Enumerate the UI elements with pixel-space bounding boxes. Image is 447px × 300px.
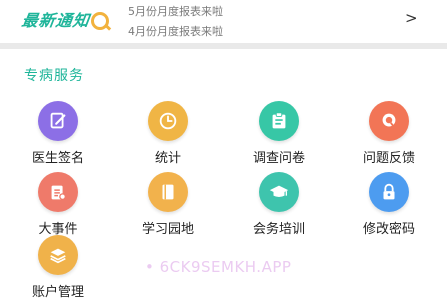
lock-icon <box>369 172 409 212</box>
service-learning[interactable]: 学习园地 <box>113 172 223 237</box>
service-statistics[interactable]: 统计 <box>113 101 223 166</box>
service-label: 问题反馈 <box>362 151 415 166</box>
layers-icon <box>38 235 78 275</box>
service-major-events[interactable]: 大事件 <box>3 172 113 237</box>
clipboard-icon <box>259 101 299 141</box>
service-label: 学习园地 <box>141 222 194 237</box>
service-label: 统计 <box>154 151 181 166</box>
search-icon <box>369 101 409 141</box>
service-survey[interactable]: 调查问卷 <box>224 101 334 166</box>
service-label: 调查问卷 <box>252 151 305 166</box>
service-label: 医生签名 <box>31 151 84 166</box>
service-label: 修改密码 <box>362 222 415 237</box>
book-icon <box>148 172 188 212</box>
service-feedback[interactable]: 问题反馈 <box>334 101 444 166</box>
service-doctor-signature[interactable]: 医生签名 <box>3 101 113 166</box>
graduation-cap-icon <box>259 172 299 212</box>
clock-icon <box>148 101 188 141</box>
calendar-icon <box>38 172 78 212</box>
service-grid: 医生签名 统计 调查问卷 问题反馈 大事件 学习园地 会务培训 修改密码 账户管… <box>0 0 447 300</box>
service-training[interactable]: 会务培训 <box>224 172 334 237</box>
service-change-password[interactable]: 修改密码 <box>334 172 444 237</box>
edit-icon <box>38 101 78 141</box>
service-label: 会务培训 <box>252 222 305 237</box>
service-account-management[interactable]: 账户管理 <box>3 235 113 300</box>
watermark: • 6CK9SEMKH.APP <box>145 258 292 276</box>
